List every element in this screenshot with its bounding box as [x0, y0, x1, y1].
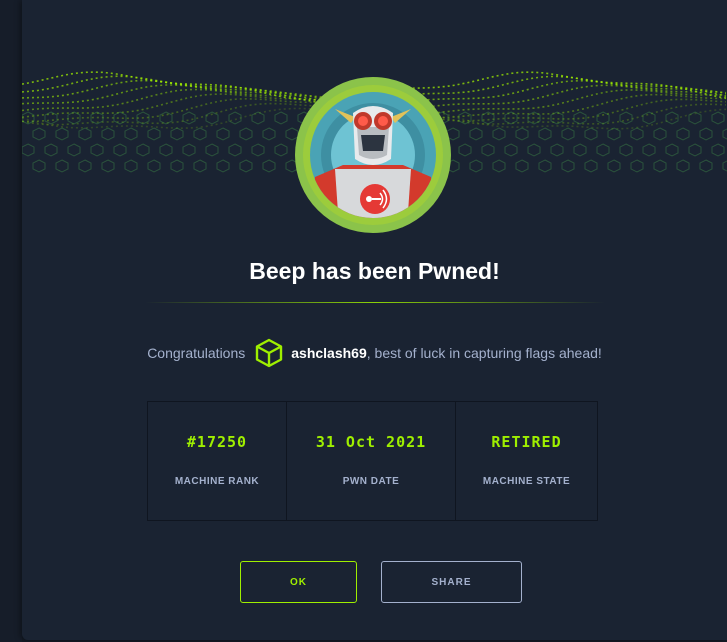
title-divider [145, 302, 605, 303]
machine-avatar [295, 77, 451, 233]
stat-label: PWN DATE [342, 476, 400, 487]
cube-icon [255, 338, 283, 368]
stats-grid: #17250 MACHINE RANK 31 Oct 2021 PWN DATE… [147, 401, 598, 521]
stat-value: RETIRED [491, 433, 562, 451]
pwned-modal: Beep has been Pwned! Congratulations ash… [22, 0, 727, 640]
ok-button[interactable]: OK [240, 561, 357, 603]
username[interactable]: ashclash69 [291, 345, 367, 361]
stat-label: MACHINE RANK [174, 476, 260, 487]
stat-machine-state: RETIRED MACHINE STATE [456, 402, 597, 520]
congrats-message: Congratulations ashclash69 , best of luc… [22, 338, 727, 368]
congrats-tail: , best of luck in capturing flags ahead! [366, 345, 602, 361]
stat-machine-rank: #17250 MACHINE RANK [148, 402, 287, 520]
pwned-title: Beep has been Pwned! [249, 258, 500, 284]
backdrop [0, 0, 22, 642]
stat-value: #17250 [186, 433, 248, 451]
congrats-lead: Congratulations [147, 345, 246, 361]
stat-value: 31 Oct 2021 [315, 433, 427, 451]
stat-label: MACHINE STATE [482, 476, 571, 487]
share-button[interactable]: SHARE [381, 561, 522, 603]
stat-pwn-date: 31 Oct 2021 PWN DATE [287, 402, 456, 520]
